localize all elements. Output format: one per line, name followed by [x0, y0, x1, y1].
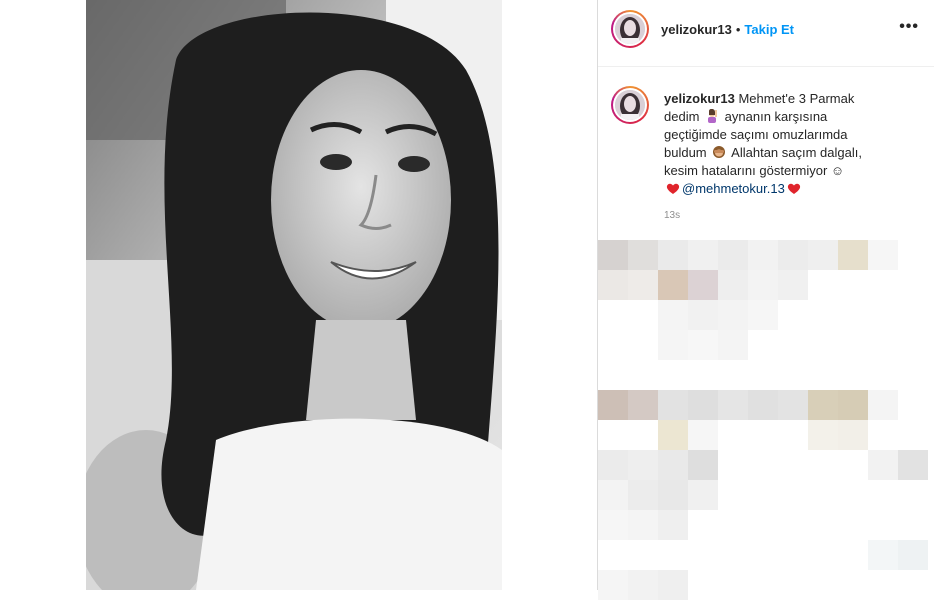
- avatar-image: [615, 90, 645, 120]
- caption-line-1: Mehmet'e 3 Parmak: [738, 91, 855, 106]
- caption-line-5: kesim hatalarını göstermiyor ☺: [664, 163, 845, 178]
- caption-line-2b: aynanın karşısına: [724, 109, 828, 124]
- post-timestamp: 13s: [664, 210, 681, 221]
- mention-link[interactable]: @mehmetokur.13: [682, 181, 785, 196]
- follow-button[interactable]: Takip Et: [744, 22, 794, 37]
- gap: [502, 0, 598, 590]
- post-photo[interactable]: [86, 0, 502, 590]
- red-heart-icon: [787, 183, 800, 194]
- caption-avatar[interactable]: [611, 86, 649, 124]
- separator-dot: •: [735, 22, 741, 37]
- header-user-line: yelizokur13 • Takip Et: [661, 22, 794, 37]
- blurred-comments-area: [598, 240, 934, 600]
- left-margin: [0, 0, 86, 590]
- avatar-image: [615, 14, 645, 44]
- post-caption: yelizokur13 Mehmet'e 3 Parmak dedim ayna…: [664, 90, 904, 198]
- caption-username[interactable]: yelizokur13: [664, 91, 735, 106]
- post-side-panel: yelizokur13 • Takip Et ••• yelizokur13 Meh…: [597, 0, 934, 600]
- person-raising-hand-emoji-icon: [708, 109, 718, 123]
- see-no-evil-monkey-emoji-icon: [713, 146, 726, 158]
- red-heart-icon: [666, 183, 680, 194]
- post-header: yelizokur13 • Takip Et •••: [598, 0, 934, 67]
- caption-line-3: geçtiğimde saçımı omuzlarımda: [664, 127, 848, 142]
- caption-line-2a: dedim: [664, 109, 700, 124]
- caption-line-4b: Allahtan saçım dalgalı,: [731, 145, 862, 160]
- caption-line-4a: buldum: [664, 145, 707, 160]
- author-username[interactable]: yelizokur13: [661, 22, 732, 37]
- post-photo-image: [86, 0, 502, 590]
- author-avatar[interactable]: [611, 10, 649, 48]
- more-options-icon[interactable]: •••: [899, 18, 919, 36]
